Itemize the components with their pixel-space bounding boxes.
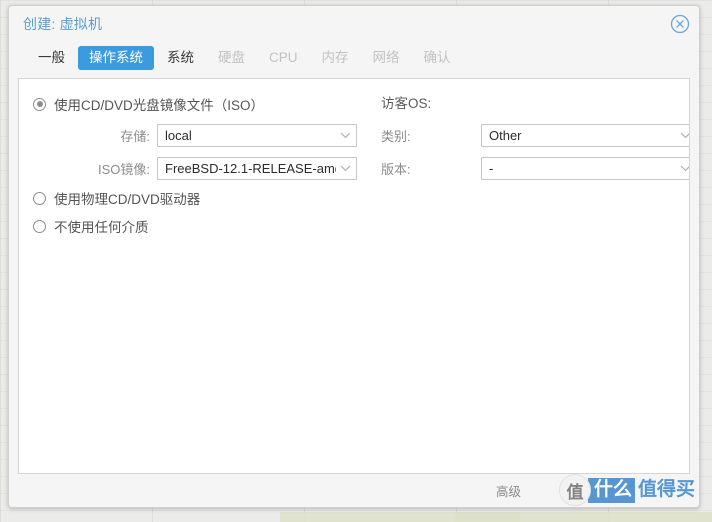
tab-cpu: CPU [269, 50, 298, 65]
guest-os-category-value: Other [489, 127, 522, 143]
guest-os-heading: 访客OS: [381, 96, 432, 111]
dialog-titlebar: 创建: 虚拟机 [9, 6, 699, 42]
tab-memory: 内存 [321, 50, 349, 65]
create-vm-dialog: 创建: 虚拟机 一般 操作系统 系统 硬盘 CPU 内存 网络 确认 使用CD/… [8, 5, 700, 508]
iso-image-row: ISO镜像: FreeBSD-12.1-RELEASE-amd [33, 153, 373, 183]
chevron-down-icon [680, 126, 689, 144]
advanced-toggle[interactable]: 高级 [496, 481, 521, 500]
tab-harddisk: 硬盘 [218, 50, 245, 65]
storage-label: 存储: [120, 128, 150, 144]
guest-os-column: 访客OS: 类别: Other 版本: - [381, 92, 689, 186]
guest-os-version-value: - [489, 160, 494, 176]
watermark-badge: 值 [558, 474, 591, 506]
dialog-footer: 高级 值 什么 值得买 [9, 474, 699, 507]
radio-option-no-media[interactable]: 不使用任何介质 [33, 214, 373, 238]
guest-os-category-select[interactable]: Other [481, 123, 689, 147]
backdrop-highlight-band-2 [455, 512, 712, 522]
storage-value: local [165, 127, 192, 143]
guest-os-version-select[interactable]: - [481, 156, 689, 180]
os-form: 使用CD/DVD光盘镜像文件（ISO） 存储: local ISO镜像: Fre… [19, 79, 689, 235]
guest-os-version-label: 版本: [381, 161, 411, 177]
tab-network: 网络 [372, 50, 400, 65]
radio-no-media-label: 不使用任何介质 [54, 220, 149, 235]
radio-option-physical-drive[interactable]: 使用物理CD/DVD驱动器 [33, 186, 373, 210]
iso-image-value: FreeBSD-12.1-RELEASE-amd [165, 160, 336, 176]
watermark-text-1: 什么 [587, 477, 635, 503]
guest-os-category-row: 类别: Other [381, 120, 689, 150]
radio-physical-drive-label: 使用物理CD/DVD驱动器 [54, 192, 201, 207]
iso-image-label: ISO镜像: [97, 161, 150, 177]
site-watermark: 值 什么 值得买 [558, 472, 699, 508]
close-circle-icon[interactable] [670, 14, 690, 34]
tab-os[interactable]: 操作系统 [78, 46, 154, 70]
radio-no-media-indicator [33, 219, 46, 233]
media-source-column: 使用CD/DVD光盘镜像文件（ISO） 存储: local ISO镜像: Fre… [33, 92, 373, 242]
tab-system[interactable]: 系统 [156, 46, 205, 70]
guest-os-version-row: 版本: - [381, 153, 689, 183]
storage-row: 存储: local [33, 120, 373, 150]
chevron-down-icon [340, 159, 351, 177]
guest-os-category-label: 类别: [381, 128, 411, 144]
chevron-down-icon [680, 159, 689, 177]
radio-physical-drive-indicator [33, 191, 46, 205]
tab-general[interactable]: 一般 [27, 46, 76, 70]
radio-iso-label: 使用CD/DVD光盘镜像文件（ISO） [54, 98, 265, 113]
chevron-down-icon [340, 126, 351, 144]
storage-select[interactable]: local [157, 123, 357, 147]
wizard-content-panel: 使用CD/DVD光盘镜像文件（ISO） 存储: local ISO镜像: Fre… [18, 78, 690, 474]
radio-iso-indicator [33, 97, 46, 111]
tab-confirm: 确认 [423, 50, 451, 65]
watermark-text-2: 值得买 [637, 478, 695, 500]
wizard-tabbar: 一般 操作系统 系统 硬盘 CPU 内存 网络 确认 [9, 42, 699, 74]
iso-image-select[interactable]: FreeBSD-12.1-RELEASE-amd [157, 156, 357, 180]
radio-option-iso[interactable]: 使用CD/DVD光盘镜像文件（ISO） [33, 92, 373, 116]
dialog-title: 创建: 虚拟机 [23, 16, 103, 32]
